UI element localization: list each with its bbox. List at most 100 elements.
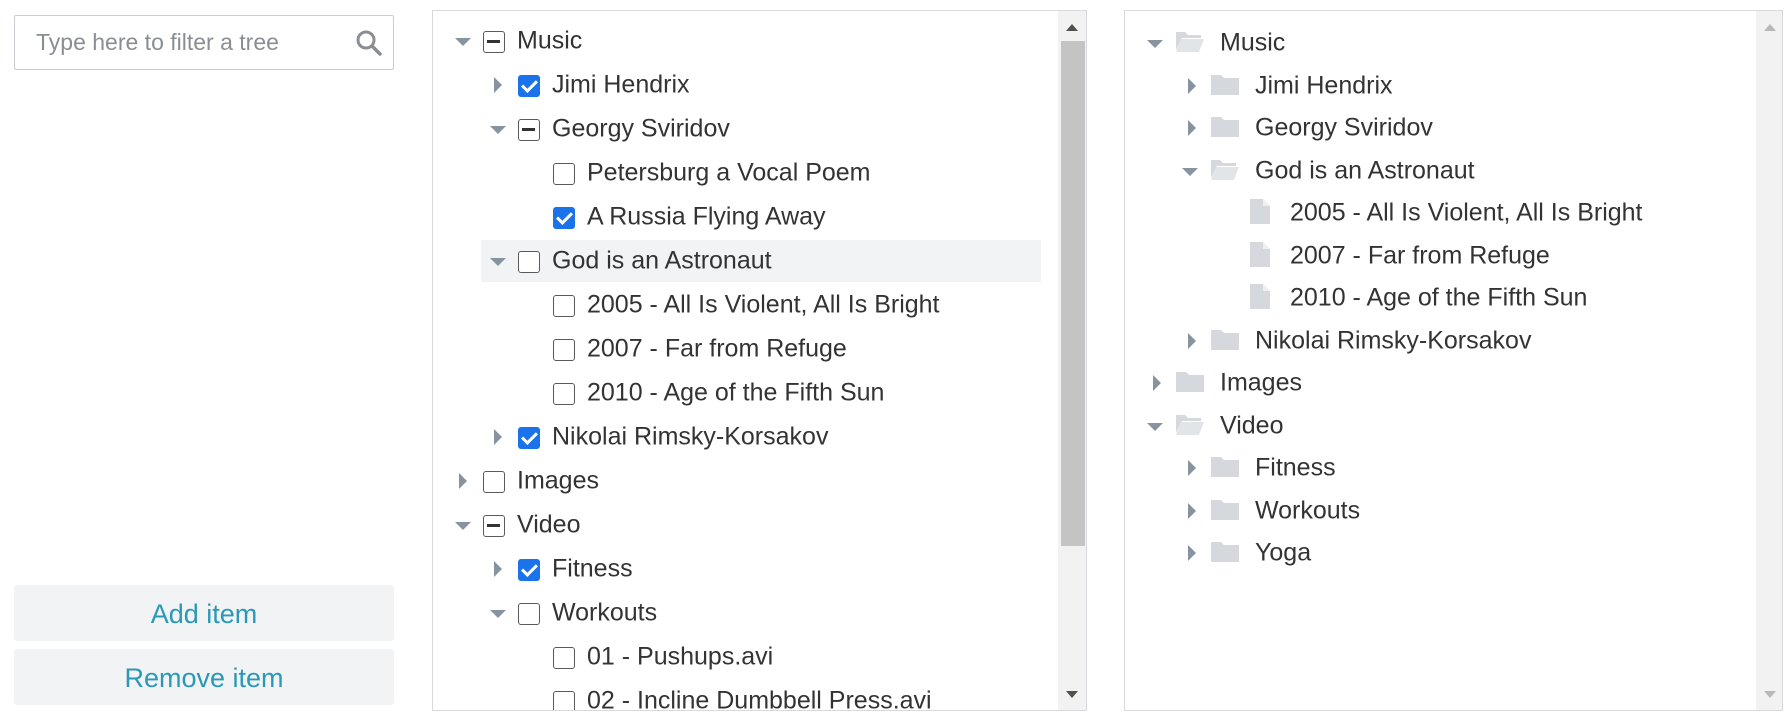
tree-node-georgy-sviridov[interactable]: Georgy Sviridov [1125,108,1752,148]
folder-open-icon [1175,412,1205,436]
tree-node-workouts[interactable]: Workouts [433,593,1056,633]
node-checkbox[interactable] [483,471,505,493]
tree-node-2010-age-of-the-fifth-sun[interactable]: 2010 - Age of the Fifth Sun [1125,278,1752,318]
node-checkbox[interactable] [518,427,540,449]
tree-node-label: 01 - Pushups.avi [587,642,774,671]
tree-node-label: 2005 - All Is Violent, All Is Bright [1290,198,1643,227]
tree-node-2007-far-from-refuge[interactable]: 2007 - Far from Refuge [1125,236,1752,276]
tree-node-01-pushups-avi[interactable]: 01 - Pushups.avi [433,637,1056,677]
tree-node-label: 02 - Incline Dumbbell Press.avi [587,686,932,711]
add-item-button[interactable]: Add item [14,585,394,641]
scroll-down-arrow-icon[interactable] [1066,691,1078,698]
tree-node-label: Yoga [1255,538,1312,567]
tree-node-images[interactable]: Images [433,461,1056,501]
folder-tree-scrollbar[interactable] [1756,11,1782,710]
tree-node-yoga[interactable]: Yoga [1125,533,1752,573]
tree-node-petersburg-a-vocal-poem[interactable]: Petersburg a Vocal Poem [433,153,1056,193]
file-icon [1249,198,1271,225]
tree-node-label: God is an Astronaut [552,246,772,275]
tree-node-georgy-sviridov[interactable]: Georgy Sviridov [433,109,1056,149]
search-icon[interactable] [355,29,383,57]
node-checkbox[interactable] [553,339,575,361]
tree-node-label: Video [517,510,581,539]
tree-node-jimi-hendrix[interactable]: Jimi Hendrix [1125,66,1752,106]
tree-node-video[interactable]: Video [433,505,1056,545]
node-checkbox[interactable] [553,647,575,669]
node-checkbox[interactable] [553,163,575,185]
node-checkbox[interactable] [483,31,505,53]
node-checkbox[interactable] [518,251,540,273]
caret-right-icon[interactable] [1188,120,1196,136]
caret-down-icon[interactable] [490,126,506,134]
caret-right-icon[interactable] [494,77,502,93]
folder-open-icon [1210,157,1240,181]
tree-node-nikolai-rimsky-korsakov[interactable]: Nikolai Rimsky-Korsakov [1125,321,1752,361]
scroll-up-arrow-icon[interactable] [1066,24,1078,31]
caret-down-icon[interactable] [1147,422,1163,431]
tree-node-label: Workouts [552,598,658,627]
folder-icon [1210,327,1240,351]
tree-node-label: Nikolai Rimsky-Korsakov [552,422,829,451]
folder-open-icon [1175,29,1205,53]
node-checkbox[interactable] [518,603,540,625]
caret-right-icon[interactable] [494,429,502,445]
caret-right-icon[interactable] [459,473,467,489]
scroll-down-arrow-icon[interactable] [1764,691,1776,698]
tree-node-2007-far-from-refuge[interactable]: 2007 - Far from Refuge [433,329,1056,369]
caret-down-icon[interactable] [490,258,506,266]
tree-node-a-russia-flying-away[interactable]: A Russia Flying Away [433,197,1056,237]
tree-node-god-is-an-astronaut[interactable]: God is an Astronaut [1125,151,1752,191]
node-checkbox[interactable] [553,383,575,405]
node-checkbox[interactable] [553,691,575,710]
tree-filter [14,15,394,70]
filter-input[interactable] [15,16,345,69]
tree-node-jimi-hendrix[interactable]: Jimi Hendrix [433,65,1056,105]
folder-icon [1210,114,1240,138]
caret-right-icon[interactable] [494,561,502,577]
caret-right-icon[interactable] [1188,502,1196,519]
tree-node-label: Fitness [552,554,633,583]
node-checkbox[interactable] [518,119,540,141]
folder-tree-panel: Music Jimi Hendrix Georgy Sviridov God is a… [1124,10,1783,711]
node-checkbox[interactable] [553,295,575,317]
caret-down-icon[interactable] [455,38,471,46]
caret-right-icon[interactable] [1153,375,1161,391]
caret-right-icon[interactable] [1188,545,1196,561]
tree-node-fitness[interactable]: Fitness [1125,448,1752,488]
node-checkbox[interactable] [518,559,540,581]
folder-icon [1210,497,1240,521]
tree-node-fitness[interactable]: Fitness [433,549,1056,589]
scroll-up-arrow-icon[interactable] [1764,24,1776,31]
caret-right-icon[interactable] [1188,332,1196,349]
tree-node-2005-all-is-violent-all-is-bright[interactable]: 2005 - All Is Violent, All Is Bright [1125,193,1752,233]
caret-right-icon[interactable] [1188,460,1196,476]
caret-down-icon[interactable] [490,610,506,618]
tree-node-god-is-an-astronaut[interactable]: God is an Astronaut [433,241,1056,281]
tree-node-02-incline-dumbbell-press-avi[interactable]: 02 - Incline Dumbbell Press.avi [433,681,1056,711]
folder-icon [1210,539,1240,563]
tree-node-music[interactable]: Music [433,21,1056,61]
caret-down-icon[interactable] [1182,167,1198,176]
tree-node-2010-age-of-the-fifth-sun[interactable]: 2010 - Age of the Fifth Sun [433,373,1056,413]
tree-node-images[interactable]: Images [1125,363,1752,403]
scrollbar-thumb[interactable] [1061,41,1085,546]
tree-node-workouts[interactable]: Workouts [1125,491,1752,531]
tree-node-label: Georgy Sviridov [1255,113,1433,142]
tree-node-label: Petersburg a Vocal Poem [587,158,871,187]
tree-node-label: 2007 - Far from Refuge [1290,241,1550,269]
caret-down-icon[interactable] [1147,40,1163,48]
tree-node-nikolai-rimsky-korsakov[interactable]: Nikolai Rimsky-Korsakov [433,417,1056,457]
caret-right-icon[interactable] [1188,77,1196,94]
tree-node-label: 2010 - Age of the Fifth Sun [1290,283,1588,312]
node-checkbox[interactable] [518,75,540,97]
tree-node-music[interactable]: Music [1125,23,1752,63]
node-checkbox[interactable] [553,207,575,229]
remove-item-button[interactable]: Remove item [14,649,394,705]
tree-node-2005-all-is-violent-all-is-bright[interactable]: 2005 - All Is Violent, All Is Bright [433,285,1056,325]
tree-node-label: 2005 - All Is Violent, All Is Bright [587,290,940,319]
checkbox-tree-scrollbar[interactable] [1058,11,1086,710]
caret-down-icon[interactable] [455,522,471,530]
tree-node-video[interactable]: Video [1125,406,1752,446]
node-checkbox[interactable] [483,515,505,537]
tree-node-label: Fitness [1255,453,1336,482]
